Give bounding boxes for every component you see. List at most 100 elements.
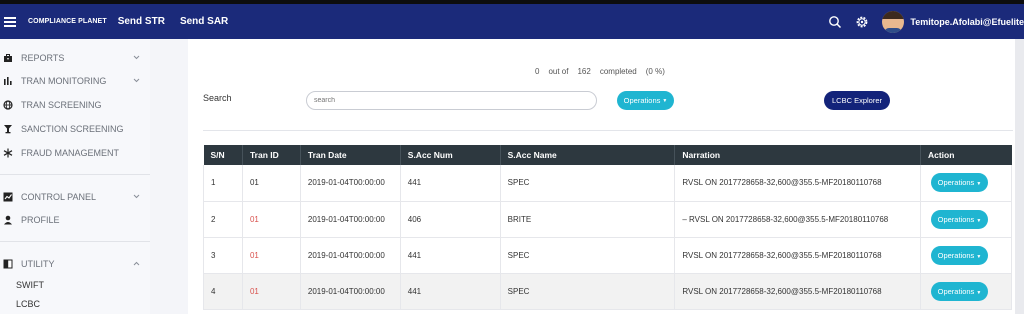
row-operations-button[interactable]: Operations ▼ bbox=[930, 245, 988, 265]
navbar-right: Temitope.Afolabi@Efuelite bbox=[828, 4, 1024, 39]
gear-icon[interactable] bbox=[855, 15, 869, 29]
transactions-table: S/N Tran ID Tran Date S.Acc Num S.Acc Na… bbox=[203, 145, 1013, 310]
sidebar-item-label: PROFILE bbox=[21, 215, 60, 225]
operations-dropdown-button[interactable]: Operations ▼ bbox=[617, 91, 674, 110]
sidebar-item-label: UTILITY bbox=[21, 259, 55, 269]
cell-acc-name: SPEC bbox=[500, 165, 676, 202]
cell-narration: RVSL ON 2017728658-32,600@355.5-MF201801… bbox=[674, 237, 921, 274]
cell-tran-date: 2019-01-04T00:00:00 bbox=[300, 201, 401, 238]
completed-count: 0 bbox=[535, 67, 540, 76]
cell-tran-date: 2019-01-04T00:00:00 bbox=[300, 273, 401, 310]
chevron-down-icon[interactable] bbox=[132, 53, 141, 62]
header-acc-num[interactable]: S.Acc Num bbox=[400, 145, 501, 165]
cell-action: Operations ▼ bbox=[920, 165, 1013, 202]
cell-action: Operations ▼ bbox=[920, 201, 1013, 238]
cell-sn: 1 bbox=[203, 165, 243, 202]
percent-complete: (0 %) bbox=[645, 67, 665, 76]
sidebar-item-sanction-screening[interactable]: SANCTION SCREENING bbox=[0, 119, 150, 139]
send-str-link[interactable]: Send STR bbox=[118, 16, 165, 27]
lcbc-explorer-button[interactable]: LCBC Explorer bbox=[824, 91, 890, 110]
sidebar: REPORTS TRAN MONITORING TRAN SCREENING S… bbox=[0, 39, 150, 314]
sidebar-item-label: SANCTION SCREENING bbox=[21, 124, 124, 134]
out-of-label: out of bbox=[548, 67, 569, 76]
row-operations-button[interactable]: Operations ▼ bbox=[930, 173, 988, 193]
cell-tran-date: 2019-01-04T00:00:00 bbox=[300, 165, 401, 202]
briefcase-icon bbox=[4, 54, 12, 62]
caret-down-icon: ▼ bbox=[976, 253, 982, 260]
header-tran-date[interactable]: Tran Date bbox=[300, 145, 401, 165]
sidebar-item-label: TRAN MONITORING bbox=[21, 76, 107, 86]
chevron-down-icon[interactable] bbox=[132, 76, 141, 85]
row-operations-button[interactable]: Operations ▼ bbox=[930, 209, 988, 229]
bar-chart-icon bbox=[4, 77, 12, 85]
chevron-down-icon[interactable] bbox=[132, 192, 141, 201]
sidebar-item-profile[interactable]: PROFILE bbox=[0, 210, 150, 230]
sidebar-item-reports[interactable]: REPORTS bbox=[0, 48, 150, 68]
search-label: Search bbox=[203, 93, 232, 103]
caret-down-icon: ▼ bbox=[976, 181, 982, 188]
operations-label: Operations bbox=[937, 250, 975, 260]
table-header-row: S/N Tran ID Tran Date S.Acc Num S.Acc Na… bbox=[203, 145, 1012, 165]
cell-tran-id: 01 bbox=[242, 237, 301, 274]
hamburger-menu-icon[interactable] bbox=[4, 16, 16, 27]
cell-narration: RVSL ON 2017728658-32,600@355.5-MF201801… bbox=[674, 165, 921, 202]
caret-down-icon: ▼ bbox=[976, 289, 982, 296]
sidebar-item-fraud-management[interactable]: FRAUD MANAGEMENT bbox=[0, 143, 150, 163]
operations-label: Operations bbox=[937, 214, 975, 224]
sidebar-item-utility[interactable]: UTILITY bbox=[0, 254, 150, 274]
top-navbar: COMPLIANCE PLANET Send STR Send SAR Temi… bbox=[0, 4, 1024, 39]
progress-stats: 0 out of 162 completed (0 %) bbox=[535, 67, 674, 76]
table-row[interactable]: 4 01 2019-01-04T00:00:00 441 SPEC RVSL O… bbox=[203, 273, 1013, 310]
sidebar-subitem-lcbc[interactable]: LCBC bbox=[16, 299, 40, 309]
chart-box-icon bbox=[3, 192, 13, 202]
operations-label: Operations bbox=[937, 286, 975, 296]
search-input[interactable] bbox=[306, 91, 597, 110]
username[interactable]: Temitope.Afolabi@Efuelite bbox=[910, 17, 1024, 27]
cell-acc-num: 441 bbox=[400, 237, 501, 274]
send-sar-link[interactable]: Send SAR bbox=[180, 16, 228, 27]
cell-sn: 2 bbox=[203, 201, 243, 238]
snowflake-icon bbox=[3, 148, 13, 158]
gavel-icon bbox=[4, 125, 12, 134]
cell-action: Operations ▼ bbox=[920, 273, 1013, 310]
header-tran-id[interactable]: Tran ID bbox=[242, 145, 301, 165]
sidebar-divider bbox=[0, 174, 150, 175]
sidebar-item-control-panel[interactable]: CONTROL PANEL bbox=[0, 187, 150, 207]
cell-acc-num: 406 bbox=[400, 201, 501, 238]
cell-narration: – RVSL ON 2017728658-32,600@355.5-MF2018… bbox=[674, 201, 921, 238]
header-acc-name[interactable]: S.Acc Name bbox=[500, 145, 676, 165]
globe-icon bbox=[3, 100, 13, 110]
sidebar-item-label: TRAN SCREENING bbox=[21, 100, 102, 110]
header-sn[interactable]: S/N bbox=[203, 145, 243, 165]
sidebar-divider bbox=[0, 241, 150, 242]
sidebar-item-tran-screening[interactable]: TRAN SCREENING bbox=[0, 95, 150, 115]
cell-acc-name: BRITE bbox=[500, 201, 676, 238]
operations-label: Operations bbox=[937, 178, 975, 188]
table-row[interactable]: 1 01 2019-01-04T00:00:00 441 SPEC RVSL O… bbox=[203, 165, 1013, 202]
sidebar-item-label: CONTROL PANEL bbox=[21, 192, 97, 202]
row-operations-button[interactable]: Operations ▼ bbox=[930, 281, 988, 301]
columns-icon bbox=[3, 259, 13, 269]
table-row[interactable]: 3 01 2019-01-04T00:00:00 441 SPEC RVSL O… bbox=[203, 237, 1013, 274]
cell-acc-name: SPEC bbox=[500, 273, 676, 310]
cell-tran-id: 01 bbox=[242, 273, 301, 310]
chevron-up-icon[interactable] bbox=[132, 259, 141, 268]
brand-logo[interactable]: COMPLIANCE PLANET bbox=[28, 18, 107, 25]
cell-tran-id: 01 bbox=[242, 165, 301, 202]
scrollbar[interactable] bbox=[1015, 39, 1024, 314]
content-divider bbox=[203, 130, 1013, 131]
caret-down-icon: ▼ bbox=[662, 97, 668, 104]
cell-sn: 3 bbox=[203, 237, 243, 274]
caret-down-icon: ▼ bbox=[976, 217, 982, 224]
header-narration[interactable]: Narration bbox=[674, 145, 921, 165]
sidebar-item-tran-monitoring[interactable]: TRAN MONITORING bbox=[0, 71, 150, 91]
search-icon[interactable] bbox=[828, 15, 842, 29]
cell-action: Operations ▼ bbox=[920, 237, 1013, 274]
cell-tran-id: 01 bbox=[242, 201, 301, 238]
avatar[interactable] bbox=[882, 10, 905, 33]
table-row[interactable]: 2 01 2019-01-04T00:00:00 406 BRITE – RVS… bbox=[203, 201, 1013, 238]
total-count: 162 bbox=[577, 67, 591, 76]
sidebar-subitem-swift[interactable]: SWIFT bbox=[16, 280, 44, 290]
completed-label: completed bbox=[599, 67, 637, 76]
cell-narration: RVSL ON 2017728658-32,600@355.5-MF201801… bbox=[674, 273, 921, 310]
